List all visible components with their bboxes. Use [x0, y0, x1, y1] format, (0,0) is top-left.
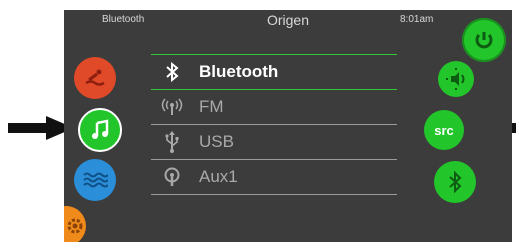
- hot-tub-icon: [85, 69, 105, 86]
- settings-button[interactable]: [64, 206, 86, 242]
- list-item-label: Bluetooth: [199, 62, 279, 81]
- list-item-bluetooth[interactable]: Bluetooth: [151, 55, 397, 89]
- status-title: Origen: [266, 12, 310, 28]
- hot-tub-button[interactable]: [74, 57, 116, 99]
- list-item-usb[interactable]: USB: [151, 125, 397, 159]
- list-item-fm[interactable]: FM: [151, 90, 397, 124]
- water-waves-icon: [83, 172, 108, 188]
- power-icon: [475, 32, 493, 49]
- radio-signal-icon: [157, 98, 187, 116]
- list-item-aux1[interactable]: Aux1: [151, 160, 397, 194]
- bluetooth-icon: [157, 62, 187, 82]
- usb-icon: [157, 131, 187, 153]
- power-button[interactable]: [462, 18, 506, 62]
- src-button[interactable]: src: [424, 110, 464, 150]
- aux-input-icon: [157, 167, 187, 187]
- list-item-label: FM: [199, 97, 224, 116]
- volume-button[interactable]: [438, 61, 474, 97]
- gear-icon: [67, 218, 83, 234]
- water-button[interactable]: [74, 159, 116, 201]
- status-time: 8:01am: [400, 14, 434, 25]
- divider: [151, 194, 397, 195]
- bluetooth-button[interactable]: [434, 161, 476, 203]
- speaker-icon: [446, 68, 465, 90]
- device-screen: Bluetooth Origen 8:01am Bluetooth FM USB…: [64, 10, 512, 242]
- music-note-icon: [92, 119, 109, 139]
- music-button[interactable]: [78, 108, 122, 152]
- list-item-label: USB: [199, 132, 234, 151]
- src-button-label: src: [434, 122, 454, 138]
- bluetooth-icon: [449, 171, 462, 193]
- source-list: Bluetooth FM USB Aux1: [151, 54, 397, 195]
- list-item-label: Aux1: [199, 167, 238, 186]
